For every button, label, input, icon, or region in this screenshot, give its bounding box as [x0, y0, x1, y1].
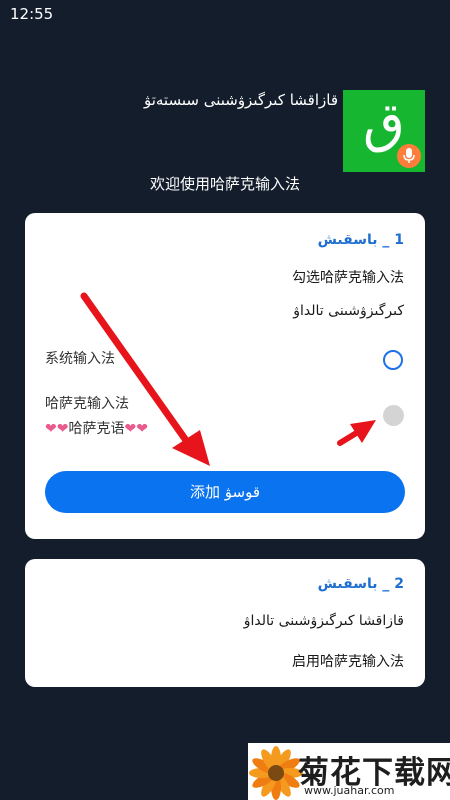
watermark: 菊花下载网 www.juahar.com — [248, 743, 450, 800]
step1-title: 1 _ باسقىش — [317, 232, 404, 248]
status-bar: 12:55 — [0, 0, 450, 26]
step1-instruction-cn: 勾选哈萨克输入法 — [292, 270, 404, 286]
option-kazakh-ime-label: 哈萨克输入法 — [45, 396, 129, 412]
status-time: 12:55 — [10, 5, 54, 23]
option-system-ime-label: 系统输入法 — [45, 351, 115, 367]
add-button[interactable]: 添加 قوسۋ — [45, 471, 405, 513]
step1-instruction-kk: كىرگىزۋشىنى تالداۋ — [293, 303, 404, 319]
app-icon: ق — [343, 90, 425, 172]
kazakh-language-hearts: ❤❤哈萨克语❤❤ — [45, 418, 148, 438]
heart-icon: ❤ — [124, 421, 137, 437]
step2-instruction-cn[interactable]: 启用哈萨克输入法 — [292, 651, 404, 671]
step1-card: 1 _ باسقىش 勾选哈萨克输入法 كىرگىزۋشىنى تالداۋ 系… — [25, 213, 425, 539]
welcome-text: 欢迎使用哈萨克输入法 — [149, 175, 300, 193]
heart-icon: ❤ — [56, 421, 69, 437]
app-icon-glyph: ق — [363, 91, 405, 154]
option-kazakh-ime-radio[interactable] — [383, 405, 404, 426]
step2-title: 2 _ باسقىش — [317, 576, 404, 592]
step2-instruction-kk: قازاقشا كىرگىزۋشىنى تالداۋ — [243, 613, 404, 629]
option-system-ime-radio[interactable] — [383, 350, 403, 370]
step2-card: 2 _ باسقىش قازاقشا كىرگىزۋشىنى تالداۋ 启用… — [25, 559, 425, 687]
heart-icon: ❤ — [136, 421, 148, 437]
app-title: قازاقشا كىرگىزۋشىنى سىستەتۋ — [143, 91, 338, 109]
hearts-text: 哈萨克语 — [68, 421, 125, 437]
chrysanthemum-logo-icon — [249, 746, 303, 800]
heart-icon: ❤ — [45, 421, 57, 437]
microphone-icon — [397, 144, 421, 168]
watermark-url: www.juahar.com — [304, 784, 395, 797]
